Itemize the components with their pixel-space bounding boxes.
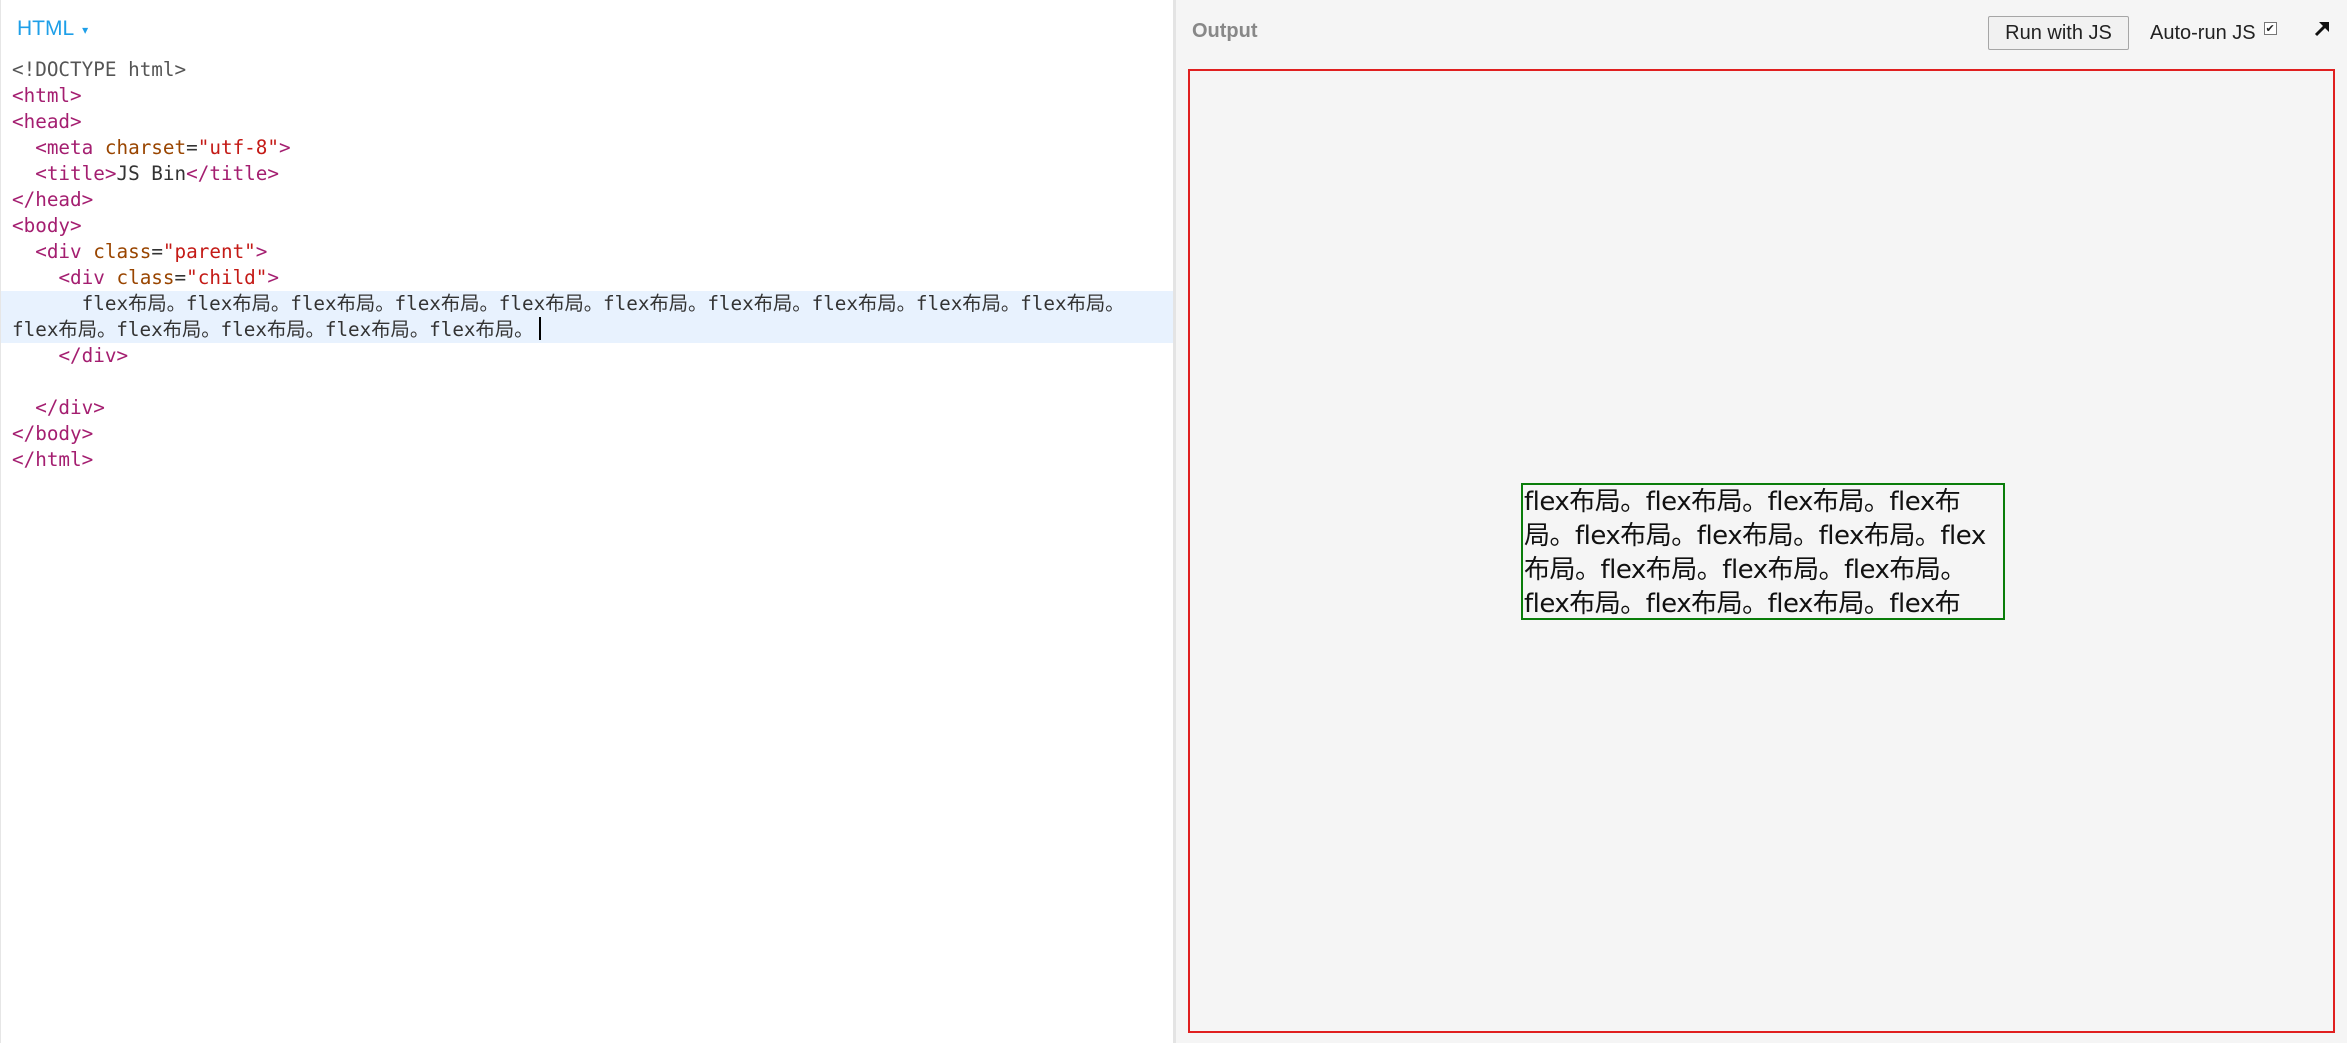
code-line[interactable]: <div class="child"> xyxy=(1,265,1175,291)
code-token: <title> xyxy=(35,162,117,185)
preview-child-box: flex布局。flex布局。flex布局。flex布局。flex布局。flex布… xyxy=(1521,483,2005,620)
code-line-active[interactable]: flex布局。flex布局。flex布局。flex布局。flex布局。flex布… xyxy=(1,291,1175,343)
code-token: <body> xyxy=(12,214,82,237)
code-token: </html> xyxy=(12,448,94,471)
code-area[interactable]: <!DOCTYPE html> <html> <head> <meta charse… xyxy=(1,57,1175,473)
code-token: </body> xyxy=(12,422,94,445)
code-token: > xyxy=(267,266,280,289)
code-line[interactable]: <html> xyxy=(1,83,1175,109)
code-token: <head> xyxy=(12,110,82,133)
code-token: <html> xyxy=(12,84,82,107)
output-title: Output xyxy=(1192,20,1258,42)
code-token: class xyxy=(116,266,175,289)
code-token: > xyxy=(279,136,291,159)
code-line[interactable]: </div> xyxy=(1,343,1175,369)
code-token: <!DOCTYPE html> xyxy=(12,58,187,81)
html-editor-pane[interactable]: HTML ▾ <!DOCTYPE html> <html> <head> <meta… xyxy=(0,0,1175,1043)
code-line[interactable] xyxy=(1,369,1175,395)
code-token: = xyxy=(151,240,163,263)
code-line[interactable]: </head> xyxy=(1,187,1175,213)
code-line[interactable]: <body> xyxy=(1,213,1175,239)
code-line[interactable]: <meta charset="utf-8"> xyxy=(1,135,1175,161)
code-line[interactable]: <div class="parent"> xyxy=(1,239,1175,265)
code-token: > xyxy=(255,240,268,263)
language-label: HTML xyxy=(17,17,75,40)
code-token: <meta xyxy=(35,136,105,159)
code-line[interactable]: <!DOCTYPE html> xyxy=(1,57,1175,83)
code-token: charset xyxy=(104,136,187,159)
code-token: <div xyxy=(58,266,117,289)
code-token: </head> xyxy=(12,188,94,211)
popout-arrow-icon[interactable] xyxy=(2310,17,2334,41)
code-token: "parent" xyxy=(162,240,256,263)
autorun-label: Auto-run JS xyxy=(2150,21,2256,44)
code-token: </div> xyxy=(58,344,129,367)
code-token: </div> xyxy=(35,396,105,419)
code-line[interactable]: </body> xyxy=(1,421,1175,447)
code-line[interactable]: <title>JS Bin</title> xyxy=(1,161,1175,187)
autorun-toggle[interactable]: Auto-run JS ✔ xyxy=(2150,20,2277,46)
run-with-js-button[interactable]: Run with JS xyxy=(1988,16,2129,50)
code-token: flex布局。flex布局。flex布局。flex布局。flex布局。flex布… xyxy=(12,292,1125,341)
code-line[interactable]: </div> xyxy=(1,395,1175,421)
text-cursor xyxy=(539,317,542,340)
code-line[interactable]: </html> xyxy=(1,447,1175,473)
output-pane: Output Run with JS Auto-run JS ✔ flex布局。… xyxy=(1176,0,2347,1043)
chevron-down-icon: ▾ xyxy=(82,23,89,37)
preview-parent-box: flex布局。flex布局。flex布局。flex布局。flex布局。flex布… xyxy=(1188,69,2335,1033)
code-token: = xyxy=(186,136,198,159)
code-token: "child" xyxy=(186,266,268,289)
code-line[interactable]: <head> xyxy=(1,109,1175,135)
code-token: "utf-8" xyxy=(197,136,280,159)
code-token: = xyxy=(174,266,187,289)
code-token: <div xyxy=(35,240,94,263)
code-token: </title> xyxy=(186,162,280,185)
autorun-checkbox[interactable]: ✔ xyxy=(2263,21,2277,35)
language-selector[interactable]: HTML ▾ xyxy=(17,17,88,41)
code-token: class xyxy=(93,240,152,263)
code-token: JS Bin xyxy=(116,162,187,185)
